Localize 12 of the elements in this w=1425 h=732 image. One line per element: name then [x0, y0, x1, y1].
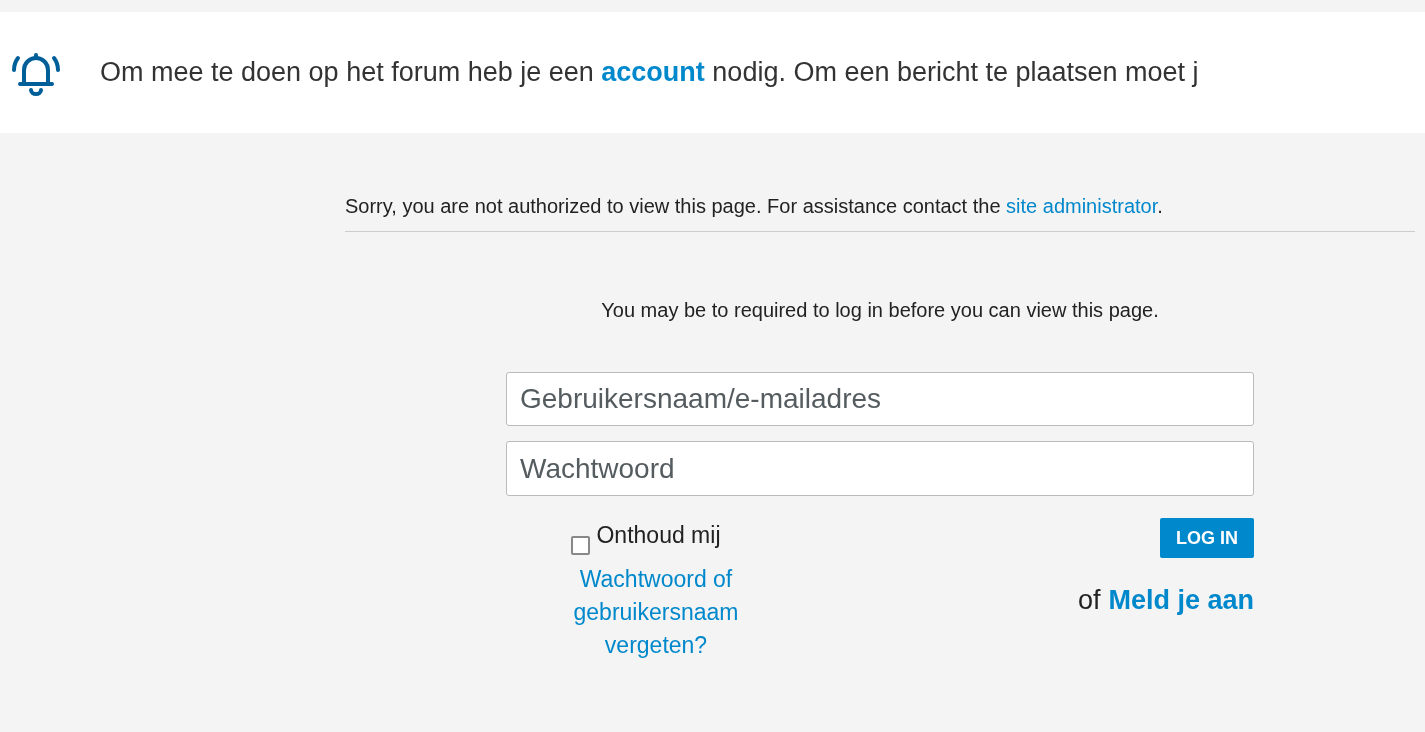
or-text: of — [1077, 584, 1101, 617]
password-field[interactable]: Wachtwoord — [506, 441, 1254, 496]
remember-checkbox[interactable] — [571, 535, 591, 555]
error-message: Sorry, you are not authorized to view this page. For assistance contact the site administrator. — [345, 194, 1164, 219]
remember-label: Onthoud mij — [596, 521, 721, 550]
notice-text: Om mee te doen op het forum heb je een account nodig. Om een bericht te plaatsen moet j — [100, 56, 1199, 90]
login-message: You may be to required to log in before you can view this page. — [600, 298, 1160, 323]
admin-link[interactable]: site administrator — [1006, 195, 1158, 217]
register-link[interactable]: Meld je aan — [1108, 580, 1254, 621]
username-field[interactable]: Gebruikersnaam/e-mailadres — [506, 372, 1254, 426]
forgot-password-link[interactable]: Wachtwoord of gebruikersnaam vergeten? — [546, 562, 766, 662]
login-button[interactable]: LOG IN — [1160, 518, 1254, 558]
